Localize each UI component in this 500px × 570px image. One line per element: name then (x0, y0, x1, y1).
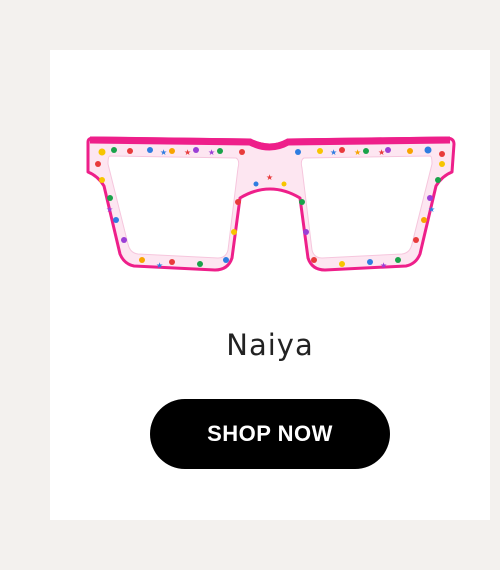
product-name[interactable]: Naiya (50, 328, 490, 362)
svg-text:★: ★ (266, 173, 273, 182)
svg-text:★: ★ (160, 148, 167, 157)
svg-text:★: ★ (184, 148, 191, 157)
eyeglasses-icon[interactable]: ★ ★ ★ ★ ★ ★ ★ ★ ★ ★ ★ (80, 132, 460, 282)
svg-text:★: ★ (378, 148, 385, 157)
svg-text:★: ★ (208, 148, 215, 157)
svg-text:★: ★ (380, 261, 387, 270)
svg-text:★: ★ (428, 205, 435, 214)
svg-text:★: ★ (106, 205, 113, 214)
product-card[interactable]: ★ ★ ★ ★ ★ ★ ★ ★ ★ ★ ★ Naiya SHOP NOW (50, 50, 490, 520)
shop-now-button[interactable]: SHOP NOW (150, 399, 390, 469)
glasses-frame (86, 136, 456, 272)
svg-text:★: ★ (354, 148, 361, 157)
svg-text:★: ★ (156, 261, 163, 270)
svg-text:★: ★ (330, 148, 337, 157)
